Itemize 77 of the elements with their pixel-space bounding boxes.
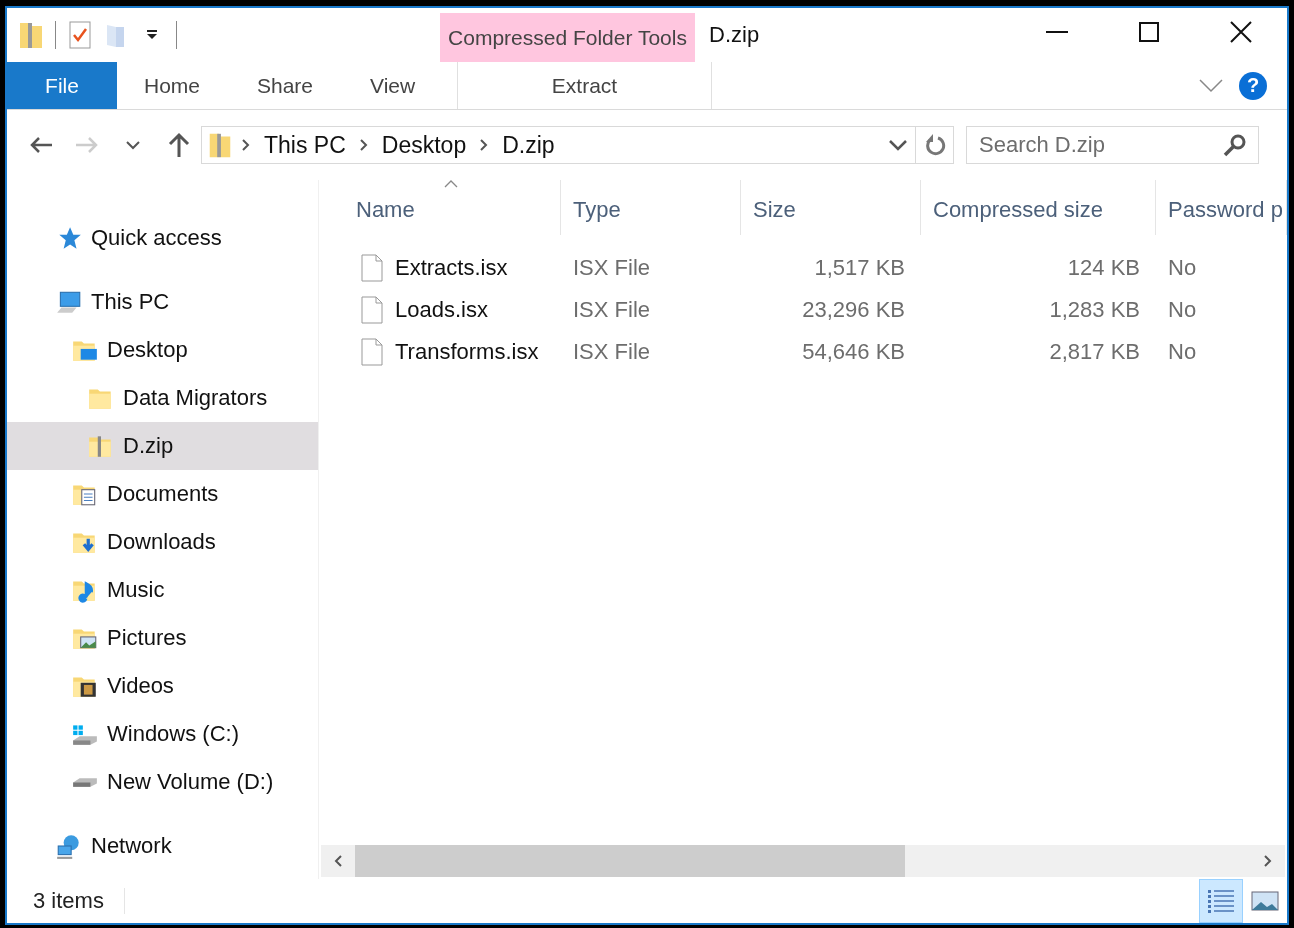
view-button[interactable] xyxy=(1199,879,1243,923)
zip-folder-icon xyxy=(19,20,43,50)
drive-icon xyxy=(71,776,99,788)
column-header[interactable]: Name xyxy=(319,180,561,235)
back-arrow-icon xyxy=(29,136,53,154)
chevron-right-icon xyxy=(359,139,368,151)
sidebar-item[interactable]: Network xyxy=(7,822,318,870)
folder-icon xyxy=(106,22,126,48)
file-name-cell[interactable]: Transforms.isx xyxy=(319,331,561,373)
breadcrumb[interactable]: This PC xyxy=(260,131,350,159)
table-cell-text: ISX File xyxy=(572,296,652,324)
details-view-icon xyxy=(1207,889,1235,913)
column-header[interactable]: Password p xyxy=(1156,180,1287,235)
zip-folder-icon xyxy=(208,131,232,159)
sidebar-item[interactable]: New Volume (D:) xyxy=(7,758,318,806)
refresh-icon xyxy=(923,133,946,157)
caret-icon[interactable] xyxy=(889,139,907,151)
column-header[interactable]: Type xyxy=(561,180,741,235)
sidebar-item[interactable]: Pictures xyxy=(7,614,318,662)
chevron-right-icon xyxy=(242,139,250,151)
window-title: D.zip xyxy=(708,21,761,49)
scrollbar-thumb[interactable] xyxy=(355,845,905,877)
breadcrumb[interactable]: Desktop xyxy=(377,131,471,159)
up-arrow-icon xyxy=(168,132,190,158)
file-name-cell[interactable]: Loads.isx xyxy=(319,289,561,331)
file-menu-button[interactable]: File xyxy=(7,62,117,109)
help-button[interactable]: ? xyxy=(1239,71,1267,100)
table-cell-text: 1,283 KB xyxy=(1048,296,1141,324)
table-cell-text: 124 KB xyxy=(1066,254,1141,282)
file-name-cell[interactable]: Extracts.isx xyxy=(319,247,561,289)
sidebar-item[interactable]: Desktop xyxy=(7,326,318,374)
file-icon xyxy=(361,338,383,366)
table-cell-text: 54,646 KB xyxy=(801,338,906,366)
search-field[interactable]: Search D.zip xyxy=(966,126,1259,164)
chevron-right-icon xyxy=(480,139,489,151)
sidebar-item[interactable]: Videos xyxy=(7,662,318,710)
table-cell-text: 23,296 KB xyxy=(801,296,906,324)
column-header[interactable]: Compressed size xyxy=(921,180,1156,235)
chevron-right-icon xyxy=(1264,855,1272,867)
checkmark-document-icon xyxy=(69,21,91,49)
sidebar-item[interactable]: Data Migrators xyxy=(7,374,318,422)
context-tab-header: Compressed Folder Tools xyxy=(440,13,695,62)
address-bar[interactable]: This PC Desktop D.zip xyxy=(201,126,916,164)
table-cell-text: 2,817 KB xyxy=(1048,338,1141,366)
forward-arrow-icon xyxy=(75,136,99,154)
table-cell-text: No xyxy=(1167,254,1198,282)
chevron-left-icon xyxy=(334,855,342,867)
table-cell-text: No xyxy=(1167,338,1198,366)
refresh-button[interactable] xyxy=(916,126,954,164)
sidebar-item[interactable]: This PC xyxy=(7,278,318,326)
expand-ribbon-icon[interactable] xyxy=(1199,78,1223,93)
sidebar-item[interactable]: Quick access xyxy=(7,214,318,262)
column-header[interactable]: Size xyxy=(741,180,921,235)
dropdown-icon xyxy=(146,30,158,40)
search-icon xyxy=(1223,133,1247,157)
item-count: 3 items xyxy=(33,888,125,914)
table-cell-text: ISX File xyxy=(572,338,652,366)
picture-view-icon xyxy=(1251,891,1279,911)
sidebar-item[interactable]: Music xyxy=(7,566,318,614)
sort-up-icon xyxy=(444,180,458,188)
sidebar-item[interactable]: D.zip xyxy=(7,422,318,470)
maximize-icon xyxy=(1139,21,1159,42)
sidebar-item[interactable]: Downloads xyxy=(7,518,318,566)
minimize-icon xyxy=(1046,30,1068,33)
table-cell-text: No xyxy=(1167,296,1198,324)
table-cell-text: 1,517 KB xyxy=(813,254,906,282)
horizontal-scrollbar[interactable] xyxy=(321,845,1285,877)
context-tab[interactable]: Extract xyxy=(457,62,712,109)
breadcrumb[interactable]: D.zip xyxy=(498,131,559,159)
file-icon xyxy=(361,296,383,324)
close-icon xyxy=(1230,20,1252,43)
file-icon xyxy=(361,254,383,282)
caret-icon xyxy=(126,140,140,150)
sidebar-item[interactable]: Windows (C:) xyxy=(7,710,318,758)
computer-icon xyxy=(55,289,83,315)
table-cell-text: ISX File xyxy=(572,254,652,282)
sidebar-item[interactable]: Documents xyxy=(7,470,318,518)
